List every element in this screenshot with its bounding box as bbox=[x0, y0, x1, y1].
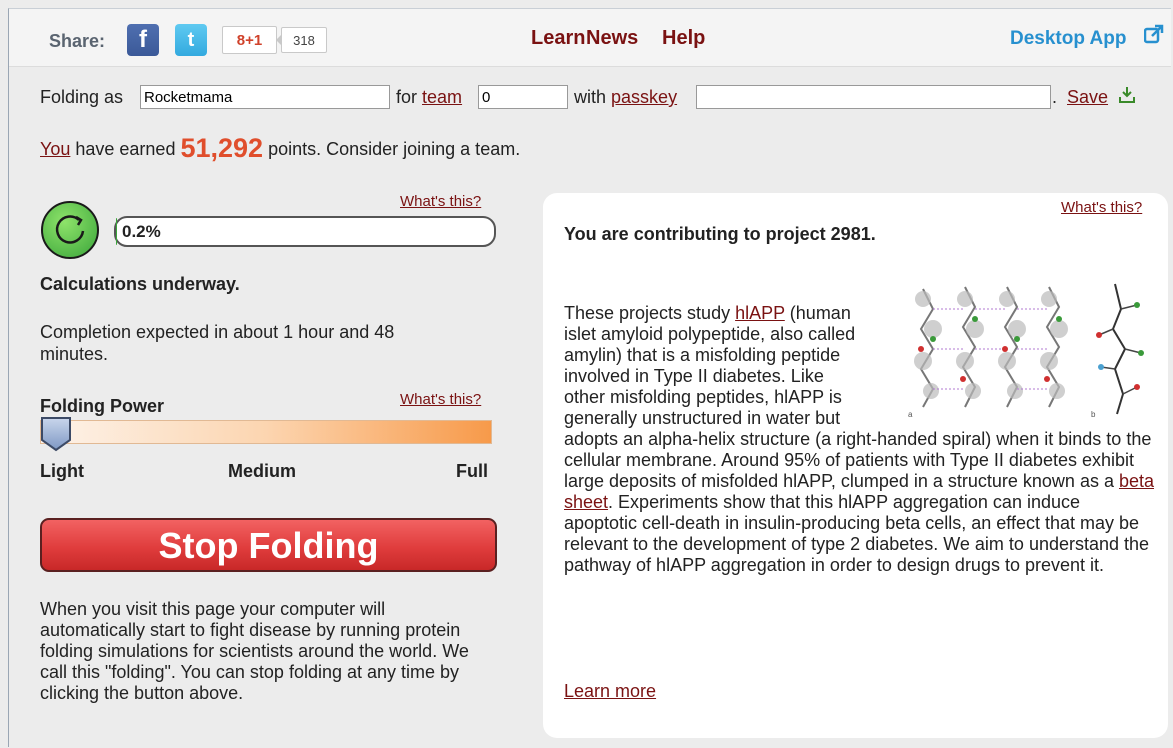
facebook-icon[interactable]: f bbox=[127, 24, 159, 56]
project-whats-this-link[interactable]: What's this? bbox=[1061, 199, 1142, 216]
save-icon[interactable] bbox=[1119, 86, 1135, 104]
progress-bar: 0.2% bbox=[114, 216, 496, 247]
nav-learn[interactable]: Learn bbox=[531, 27, 585, 50]
google-plus-count: 318 bbox=[276, 27, 327, 53]
you-link[interactable]: You bbox=[40, 139, 70, 159]
hlapp-link[interactable]: hlAPP bbox=[735, 303, 785, 323]
external-link-icon[interactable] bbox=[1144, 24, 1164, 44]
power-tick-full: Full bbox=[456, 461, 488, 481]
project-desc-part3: . Experiments show that this hlAPP aggre… bbox=[564, 492, 1150, 575]
dot-label: . bbox=[1052, 87, 1058, 107]
header-bar: Share: f t 8+1 318 Learn News Help Deskt… bbox=[9, 9, 1171, 67]
desktop-app-link[interactable]: Desktop App bbox=[1010, 28, 1126, 50]
folding-as-label: Folding as bbox=[40, 87, 124, 107]
progress-whats-this-link[interactable]: What's this? bbox=[400, 193, 481, 210]
folding-power-label: Folding Power bbox=[40, 396, 164, 416]
passkey-input[interactable] bbox=[696, 85, 1051, 109]
for-label: for bbox=[396, 87, 418, 107]
team-link[interactable]: team bbox=[422, 87, 462, 107]
points-line: You have earned 51,292 points. Consider … bbox=[40, 133, 520, 164]
completion-text: Completion expected in about 1 hour and … bbox=[40, 322, 395, 364]
power-tick-medium: Medium bbox=[228, 461, 297, 481]
slider-handle-icon[interactable] bbox=[40, 416, 74, 452]
nav-help[interactable]: Help bbox=[662, 27, 705, 50]
for-team-label: for team bbox=[396, 87, 462, 108]
status-text: Calculations underway. bbox=[40, 274, 240, 294]
folding-power-slider[interactable] bbox=[40, 420, 492, 444]
team-input[interactable] bbox=[478, 85, 568, 109]
project-desc-part1: These projects study bbox=[564, 303, 736, 323]
progress-percent: 0.2% bbox=[122, 222, 161, 241]
refresh-icon bbox=[41, 201, 99, 259]
project-title: You are contributing to project 2981. bbox=[564, 224, 876, 244]
nav-news[interactable]: News bbox=[586, 27, 638, 50]
stop-folding-button[interactable]: Stop Folding bbox=[40, 518, 497, 572]
with-label: with bbox=[574, 87, 607, 107]
with-passkey-label: with passkey bbox=[574, 87, 677, 108]
folding-power-whats-this-link[interactable]: What's this? bbox=[400, 391, 481, 408]
progress-fill bbox=[116, 218, 117, 245]
passkey-link[interactable]: passkey bbox=[611, 87, 677, 107]
username-input[interactable] bbox=[140, 85, 390, 109]
points-suffix: points. Consider joining a team. bbox=[263, 139, 521, 159]
page-frame: Share: f t 8+1 318 Learn News Help Deskt… bbox=[8, 8, 1171, 747]
save-link[interactable]: Save bbox=[1067, 87, 1108, 108]
figure-spacer bbox=[866, 303, 1154, 421]
project-description: These projects study hlAPP (human islet … bbox=[564, 303, 1154, 576]
google-plus-button[interactable]: 8+1 bbox=[222, 26, 277, 54]
share-label: Share: bbox=[49, 31, 106, 51]
points-prefix: have earned bbox=[70, 139, 181, 159]
description-text: When you visit this page your computer w… bbox=[40, 599, 469, 703]
learn-more-link[interactable]: Learn more bbox=[564, 681, 656, 702]
points-value: 51,292 bbox=[180, 133, 264, 163]
power-tick-light: Light bbox=[40, 461, 84, 481]
twitter-icon[interactable]: t bbox=[175, 24, 207, 56]
